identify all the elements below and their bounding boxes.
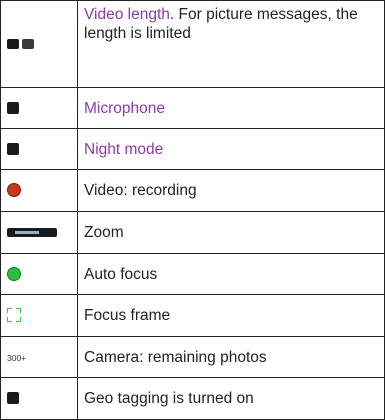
icon-cell [0, 87, 78, 129]
table-row: Video length. For picture messages, the … [0, 0, 385, 88]
focus-frame-label: Focus frame [84, 307, 171, 324]
description-cell: Video: recording [77, 169, 385, 212]
camera-icons-table: Video length. For picture messages, the … [0, 0, 385, 420]
icon-cell: 300+ [0, 336, 78, 378]
description-cell: Zoom [77, 211, 385, 254]
table-row: 300+ Camera: remaining photos [0, 336, 385, 378]
microphone-link[interactable]: Microphone [84, 100, 165, 117]
icon-cell [0, 211, 78, 254]
night-mode-icon [7, 142, 19, 155]
icon-cell [0, 169, 78, 212]
night-mode-link[interactable]: Night mode [84, 141, 163, 158]
table-row: Auto focus [0, 253, 385, 295]
icon-cell [0, 0, 78, 88]
video-length-icon [7, 35, 34, 52]
table-row: Zoom [0, 211, 385, 254]
icon-cell [0, 294, 78, 337]
icon-cell [0, 253, 78, 295]
description-cell: Night mode [77, 128, 385, 170]
icon-cell [0, 128, 78, 170]
table-row: Focus frame [0, 294, 385, 337]
table-row: Video: recording [0, 169, 385, 212]
remaining-photos-counter: 300+ [7, 353, 27, 363]
description-cell: Geo tagging is turned on [77, 377, 385, 420]
description-cell: Video length. For picture messages, the … [77, 0, 385, 88]
focus-frame-icon [7, 308, 21, 323]
zoom-label: Zoom [84, 224, 124, 241]
recording-label: Video: recording [84, 182, 197, 199]
description-cell: Camera: remaining photos [77, 336, 385, 378]
geo-tagging-label: Geo tagging is turned on [84, 390, 254, 407]
auto-focus-label: Auto focus [84, 265, 158, 283]
auto-focus-dot-icon [7, 266, 21, 281]
table-row: Night mode [0, 128, 385, 170]
description-cell: Auto focus [77, 253, 385, 295]
description-cell: Microphone [77, 87, 385, 129]
geo-tag-icon [7, 392, 19, 405]
microphone-icon [7, 101, 19, 114]
description-cell: Focus frame [77, 294, 385, 337]
icon-cell [0, 377, 78, 420]
video-length-link[interactable]: Video length [84, 6, 170, 23]
zoom-slider-icon [7, 227, 57, 237]
table-row: Microphone [0, 87, 385, 129]
recording-dot-icon [7, 183, 21, 198]
table-row: Geo tagging is turned on [0, 377, 385, 420]
remaining-photos-label: Camera: remaining photos [84, 348, 267, 366]
